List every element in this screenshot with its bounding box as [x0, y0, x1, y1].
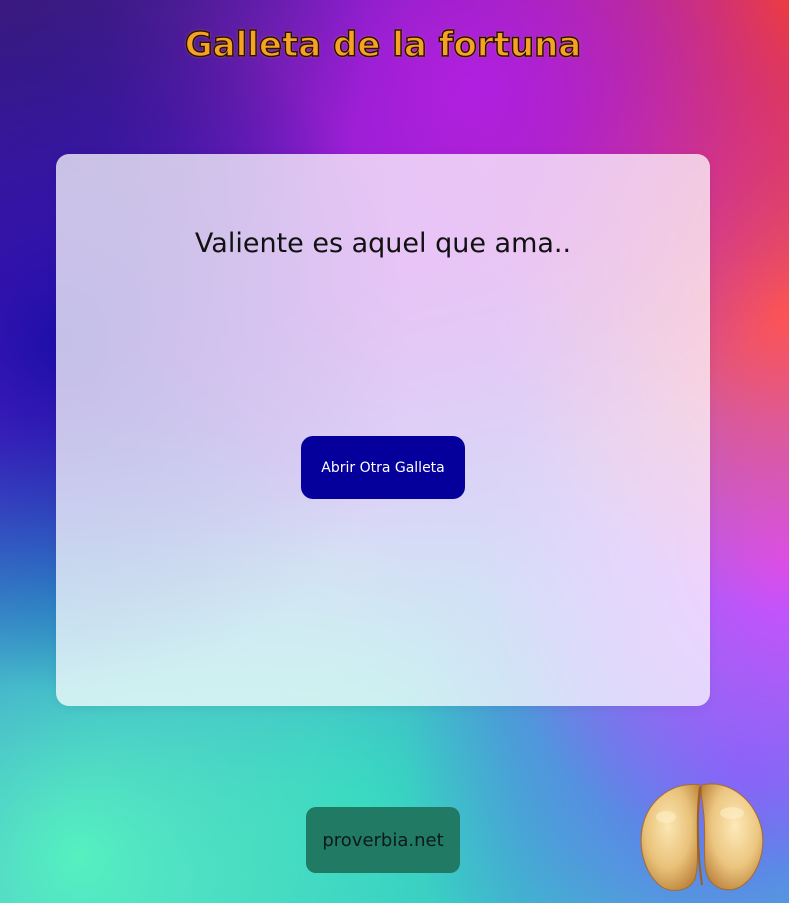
fortune-cookie-image: [640, 783, 764, 891]
open-another-cookie-button[interactable]: Abrir Otra Galleta: [301, 436, 465, 499]
fortune-phrase: Valiente es aquel que ama..: [194, 228, 572, 259]
page-title: Galleta de la fortuna: [184, 24, 582, 66]
source-link-button[interactable]: proverbia.net: [306, 807, 460, 873]
fortune-card: Valiente es aquel que ama.. Abrir Otra G…: [56, 154, 710, 706]
